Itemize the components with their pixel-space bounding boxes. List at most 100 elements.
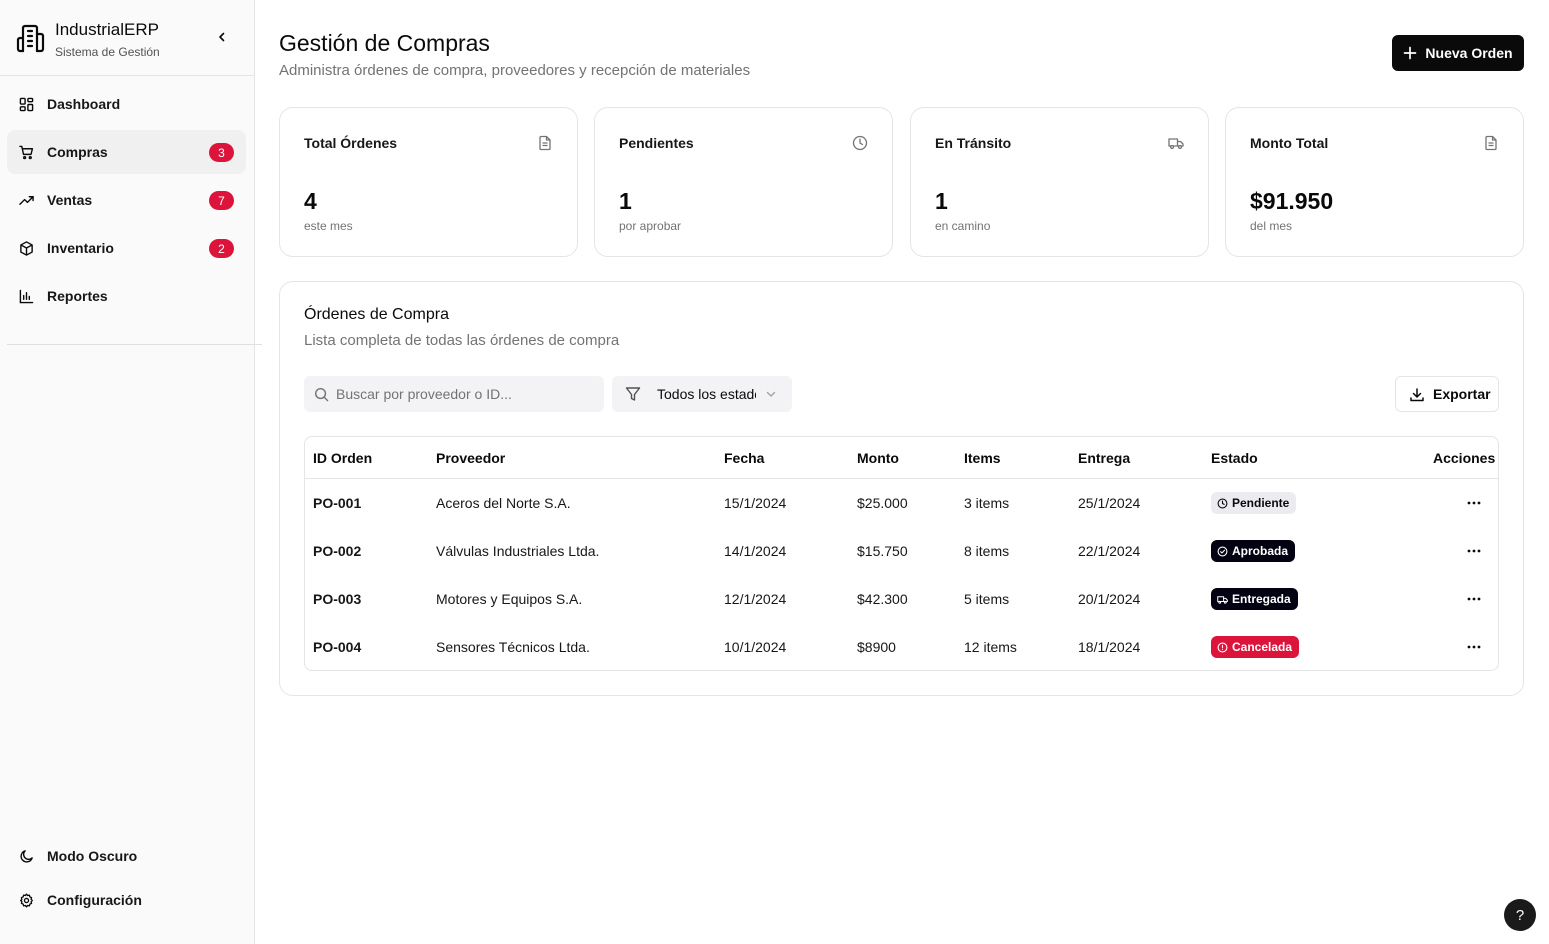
download-icon <box>1410 388 1424 402</box>
status-label: Cancelada <box>1232 640 1293 654</box>
stat-title: Total Órdenes <box>304 135 398 151</box>
order-supplier: Aceros del Norte S.A. <box>436 495 571 511</box>
table-header: ID Orden Proveedor Fecha Monto Items Ent… <box>305 437 1498 479</box>
row-actions-button[interactable] <box>1464 541 1484 561</box>
trending-up-icon <box>19 196 34 205</box>
column-header: Items <box>964 450 1001 466</box>
order-delivery: 18/1/2024 <box>1078 639 1141 655</box>
settings-button[interactable]: Configuración <box>7 883 246 919</box>
page-title: Gestión de Compras <box>279 30 490 56</box>
column-header: ID Orden <box>313 450 373 466</box>
brand-title: IndustrialERP <box>55 20 159 39</box>
order-items: 5 items <box>964 591 1010 607</box>
count-badge: 7 <box>209 191 234 210</box>
column-header: Entrega <box>1078 450 1131 466</box>
settings-label: Configuración <box>47 892 142 908</box>
sidebar-item-dashboard[interactable]: Dashboard <box>7 82 246 126</box>
order-items: 8 items <box>964 543 1010 559</box>
stat-note: del mes <box>1250 219 1293 233</box>
order-amount: $25.000 <box>857 495 908 511</box>
status-badge: Aprobada <box>1211 540 1296 562</box>
row-actions-button[interactable] <box>1464 637 1484 657</box>
orders-title: Órdenes de Compra <box>304 306 449 323</box>
more-horizontal-icon <box>1467 549 1481 553</box>
order-amount: $8900 <box>857 639 896 655</box>
sidebar-item-compras[interactable]: Compras 3 <box>7 130 246 174</box>
stat-note: este mes <box>304 219 353 233</box>
order-id: PO-002 <box>313 543 362 559</box>
count-badge: 2 <box>209 239 234 258</box>
order-supplier: Sensores Técnicos Ltda. <box>436 639 590 655</box>
status-filter-select[interactable]: Todos los estados <box>612 376 792 412</box>
truck-icon <box>1168 138 1184 150</box>
export-label: Exportar <box>1433 386 1491 402</box>
stat-note: por aprobar <box>619 219 682 233</box>
chevron-left-icon <box>219 32 225 42</box>
order-amount: $15.750 <box>857 543 908 559</box>
sidebar-item-label: Compras <box>47 144 108 160</box>
status-badge: Pendiente <box>1211 492 1297 514</box>
building-icon <box>16 24 45 53</box>
order-date: 15/1/2024 <box>724 495 787 511</box>
column-header: Acciones <box>1433 450 1496 466</box>
moon-icon <box>20 850 33 863</box>
table-row[interactable]: PO-001 Aceros del Norte S.A. 15/1/2024 $… <box>305 479 1498 527</box>
cart-icon <box>19 145 34 160</box>
brand-header: IndustrialERP Sistema de Gestión <box>0 0 254 76</box>
bar-chart-icon <box>19 289 34 304</box>
dark-mode-label: Modo Oscuro <box>47 848 138 864</box>
column-header: Estado <box>1211 450 1258 466</box>
clock-icon <box>852 135 868 151</box>
new-order-button[interactable]: Nueva Orden <box>1392 35 1524 71</box>
search-box <box>304 376 604 412</box>
order-delivery: 25/1/2024 <box>1078 495 1141 511</box>
file-icon <box>539 135 551 151</box>
collapse-sidebar-button[interactable] <box>212 27 232 47</box>
stat-title: En Tránsito <box>935 135 1012 151</box>
column-header: Proveedor <box>436 450 506 466</box>
more-horizontal-icon <box>1467 501 1481 505</box>
alert-circle-icon <box>1217 642 1228 652</box>
order-supplier: Motores y Equipos S.A. <box>436 591 583 607</box>
help-button[interactable]: ? <box>1504 899 1536 931</box>
more-horizontal-icon <box>1467 645 1481 649</box>
status-badge: Cancelada <box>1211 636 1300 658</box>
dark-mode-toggle[interactable]: Modo Oscuro <box>7 839 246 875</box>
stat-note: en camino <box>935 219 991 233</box>
status-label: Pendiente <box>1232 496 1290 510</box>
order-delivery: 22/1/2024 <box>1078 543 1141 559</box>
sidebar-item-reportes[interactable]: Reportes <box>7 274 246 318</box>
status-label: Entregada <box>1232 592 1291 606</box>
table-row[interactable]: PO-004 Sensores Técnicos Ltda. 10/1/2024… <box>305 623 1498 670</box>
sidebar-item-ventas[interactable]: Ventas 7 <box>7 178 246 222</box>
row-actions-button[interactable] <box>1464 493 1484 513</box>
count-badge: 3 <box>209 143 234 162</box>
search-input[interactable] <box>336 376 596 412</box>
page-subtitle: Administra órdenes de compra, proveedore… <box>279 62 751 79</box>
package-icon <box>20 241 33 256</box>
stat-card-pending: Pendientes 1 por aprobar <box>594 107 893 257</box>
stat-card-in-transit: En Tránsito 1 en camino <box>910 107 1209 257</box>
order-delivery: 20/1/2024 <box>1078 591 1141 607</box>
order-date: 12/1/2024 <box>724 591 787 607</box>
chevron-down-icon <box>766 391 776 397</box>
stat-value: 1 <box>935 188 948 214</box>
plus-icon <box>1404 46 1417 60</box>
order-date: 10/1/2024 <box>724 639 787 655</box>
more-horizontal-icon <box>1467 597 1481 601</box>
export-button[interactable]: Exportar <box>1395 376 1499 412</box>
sidebar-item-label: Reportes <box>47 288 108 304</box>
sidebar-divider <box>7 344 262 345</box>
order-id: PO-003 <box>313 591 362 607</box>
stat-value: 1 <box>619 188 632 214</box>
column-header: Fecha <box>724 450 765 466</box>
table-row[interactable]: PO-003 Motores y Equipos S.A. 12/1/2024 … <box>305 575 1498 623</box>
order-amount: $42.300 <box>857 591 908 607</box>
sidebar-item-inventario[interactable]: Inventario 2 <box>7 226 246 270</box>
sidebar-item-label: Dashboard <box>47 96 121 112</box>
table-row[interactable]: PO-002 Válvulas Industriales Ltda. 14/1/… <box>305 527 1498 575</box>
gear-icon <box>20 893 33 908</box>
check-circle-icon <box>1217 546 1228 556</box>
column-header: Monto <box>857 450 899 466</box>
row-actions-button[interactable] <box>1464 589 1484 609</box>
